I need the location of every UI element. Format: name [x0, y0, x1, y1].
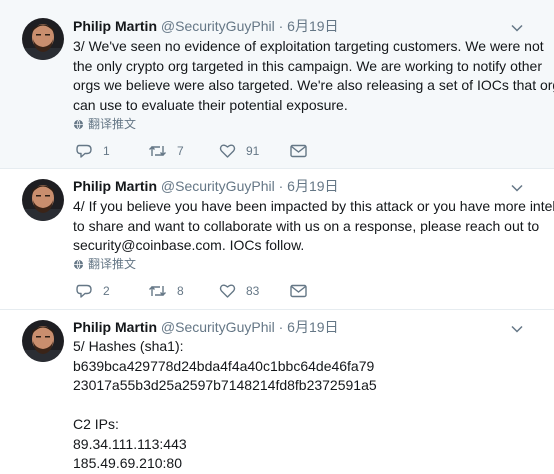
reply-icon — [76, 284, 92, 298]
reply-icon — [76, 144, 92, 158]
author-handle[interactable]: @SecurityGuyPhil — [161, 178, 275, 194]
chevron-down-icon[interactable] — [511, 182, 523, 194]
reply-count: 2 — [103, 284, 110, 298]
tweet-text-line: to share and want to collaborate with us… — [73, 217, 540, 234]
author-name[interactable]: Philip Martin — [73, 178, 157, 194]
tweet-text-line: the only crypto org targeted in this cam… — [73, 57, 542, 74]
author-handle[interactable]: @SecurityGuyPhil — [161, 319, 275, 335]
ip-line: 185.49.69.210:80 — [73, 455, 182, 471]
separator-dot: · — [278, 319, 284, 335]
like-button[interactable]: 83 — [219, 282, 259, 300]
separator-dot: · — [278, 18, 284, 34]
tweet-header: Philip Martin @SecurityGuyPhil · 6月19日 — [73, 177, 339, 195]
tweet-header: Philip Martin @SecurityGuyPhil · 6月19日 — [73, 318, 339, 336]
like-icon — [219, 144, 236, 158]
globe-icon — [73, 119, 84, 130]
tweet-date[interactable]: 6月19日 — [287, 178, 338, 194]
tweet-date[interactable]: 6月19日 — [287, 319, 338, 335]
dm-button[interactable] — [290, 142, 307, 160]
dm-button[interactable] — [290, 282, 307, 300]
dm-icon — [290, 284, 307, 298]
globe-icon — [73, 259, 84, 270]
tweet-text-line: security@coinbase.com. IOCs follow. — [73, 237, 305, 253]
retweet-icon — [149, 286, 166, 296]
retweet-button[interactable]: 8 — [148, 282, 184, 300]
translate-label: 翻译推文 — [88, 117, 137, 131]
avatar-image — [22, 179, 64, 221]
translate-label: 翻译推文 — [88, 257, 137, 271]
tweet-actions: 2 8 83 — [76, 282, 326, 300]
like-icon — [219, 284, 236, 298]
tweet-text-line: C2 IPs: — [73, 416, 119, 432]
tweet-text-line: 3/ We've seen no evidence of exploitatio… — [73, 38, 544, 54]
tweet-text-line: 5/ Hashes (sha1): — [73, 338, 184, 354]
tweet-1[interactable]: Philip Martin @SecurityGuyPhil · 6月19日 3… — [0, 0, 554, 168]
hash-line: 23017a55b3d25a2597b7148214fd8fb2372591a5 — [73, 377, 377, 393]
translate-link[interactable]: 翻译推文 — [73, 257, 136, 271]
retweet-count: 7 — [177, 144, 184, 158]
tweet-text: 4/ If you believe you have been impacted… — [73, 197, 554, 256]
like-count: 83 — [246, 284, 260, 298]
reply-count: 1 — [103, 144, 110, 158]
author-handle[interactable]: @SecurityGuyPhil — [161, 18, 275, 34]
tweet-text: 5/ Hashes (sha1): b639bca429778d24bda4f4… — [73, 337, 533, 474]
chevron-down-icon[interactable] — [511, 22, 523, 34]
separator-dot: · — [278, 178, 284, 194]
avatar[interactable] — [22, 179, 64, 221]
avatar-image — [22, 320, 64, 362]
like-button[interactable]: 91 — [219, 142, 259, 160]
dm-icon — [290, 144, 307, 158]
hash-line: b639bca429778d24bda4f4a40c1bbc64de46fa79 — [73, 357, 375, 374]
tweet-text-line: orgs we believe were also targeted. We'r… — [73, 77, 554, 93]
retweet-button[interactable]: 7 — [148, 142, 184, 160]
reply-button[interactable]: 2 — [76, 282, 110, 300]
tweet-3[interactable]: Philip Martin @SecurityGuyPhil · 6月19日 5… — [0, 310, 554, 471]
author-name[interactable]: Philip Martin — [73, 18, 157, 34]
like-count: 91 — [246, 144, 260, 158]
tweet-date[interactable]: 6月19日 — [287, 18, 338, 34]
translate-link[interactable]: 翻译推文 — [73, 117, 136, 131]
tweet-actions: 1 7 91 — [76, 142, 326, 160]
tweet-text: 3/ We've seen no evidence of exploitatio… — [73, 37, 554, 115]
tweet-2[interactable]: Philip Martin @SecurityGuyPhil · 6月19日 4… — [0, 169, 554, 309]
author-name[interactable]: Philip Martin — [73, 319, 157, 335]
tweet-header: Philip Martin @SecurityGuyPhil · 6月19日 — [73, 17, 339, 35]
avatar[interactable] — [22, 320, 64, 362]
reply-button[interactable]: 1 — [76, 142, 110, 160]
tweet-text-line: can use to evaluate their potential expo… — [73, 96, 348, 113]
retweet-count: 8 — [177, 284, 184, 298]
avatar-image — [22, 18, 64, 60]
tweet-text-line: 4/ If you believe you have been impacted… — [73, 198, 554, 214]
retweet-icon — [149, 146, 166, 156]
ip-line: 89.34.111.113:443 — [73, 435, 187, 452]
chevron-down-icon[interactable] — [511, 323, 523, 335]
avatar[interactable] — [22, 18, 64, 60]
